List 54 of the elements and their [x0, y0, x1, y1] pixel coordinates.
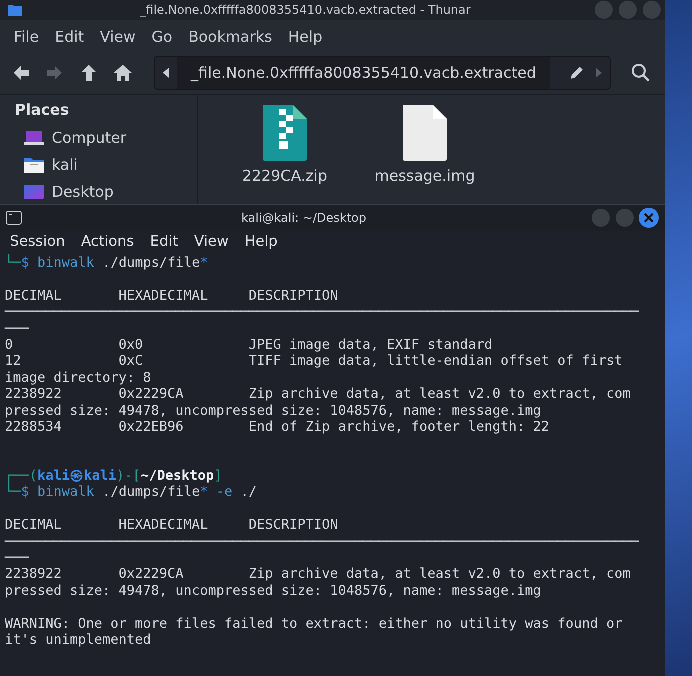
menu-item[interactable]: Edit	[142, 233, 186, 251]
terminal-output-line: DECIMAL HEXADECIMAL DESCRIPTION	[5, 288, 338, 304]
file-name[interactable]: message.img	[374, 167, 476, 185]
shell-prompt-line: ┌──(kali㉿kali)-[~/Desktop]	[5, 468, 222, 484]
terminal-output-line: pressed size: 49478, uncompressed size: 1048576, name: message.img	[5, 582, 542, 599]
menu-item[interactable]: Bookmarks	[180, 26, 280, 48]
sidebar-item[interactable]: Desktop	[15, 181, 197, 203]
terminal-output-line: image directory: 8	[5, 370, 152, 386]
terminal-output-line: 0 0x0 JPEG image data, EXIF standard	[5, 336, 493, 353]
desktop-icon	[23, 184, 45, 200]
menu-item[interactable]: File	[6, 26, 48, 48]
terminal-output-line: ──────────────────────────────────────────────────────────────────────────────	[5, 534, 639, 550]
menu-item[interactable]: Help	[280, 26, 331, 48]
shell-prompt-line: └─$ binwalk ./dumps/file* -e ./	[5, 484, 258, 500]
forward-arrow-icon	[45, 63, 65, 83]
pencil-icon	[570, 66, 584, 80]
menu-item[interactable]: Actions	[73, 233, 142, 251]
laptop-icon	[23, 130, 45, 146]
terminal-output-line: 12 0xC TIFF image data, little-endian offset of first	[5, 353, 623, 370]
sidebar-heading: Places	[15, 101, 70, 119]
terminal-output-line: WARNING: One or more files failed to extract: either no utility was found or	[5, 616, 623, 632]
menu-item[interactable]: Session	[2, 233, 74, 251]
terminal-output-line: ───	[5, 320, 30, 337]
document-icon	[403, 105, 447, 161]
left-triangle-icon	[162, 68, 170, 78]
menu-item[interactable]: Help	[236, 233, 286, 251]
folder-icon	[8, 4, 22, 16]
menu-item[interactable]: Go	[144, 26, 181, 48]
window-title: kali@kali: ~/Desktop	[240, 211, 368, 225]
terminal-output-line: pressed size: 49478, uncompressed size: 1048576, name: message.img	[5, 402, 542, 419]
menu-item[interactable]: View	[186, 233, 237, 251]
terminal-output-line: 2238922 0x2229CA Zip archive data, at least v2.0 to extract, com	[5, 386, 631, 402]
window-title: _file.None.0xfffffa8008355410.vacb.extracted - Thunar	[139, 3, 472, 17]
terminal-icon	[6, 211, 22, 225]
shell-prompt-line: └─$ binwalk ./dumps/file*	[5, 255, 208, 271]
close-button[interactable]	[639, 208, 659, 228]
menu-item[interactable]: Edit	[47, 26, 92, 48]
file-name[interactable]: 2229CA.zip	[242, 167, 328, 185]
sidebar-item[interactable]: kali	[15, 154, 197, 176]
terminal-output-line: 2238922 0x2229CA Zip archive data, at least v2.0 to extract, com	[5, 566, 631, 582]
folder-icon	[23, 156, 45, 174]
terminal-output-line: ──────────────────────────────────────────────────────────────────────────────	[5, 304, 639, 320]
terminal-output-line: it's unimplemented	[5, 632, 152, 648]
search-icon	[631, 63, 651, 83]
sidebar-item[interactable]: Computer	[15, 127, 197, 149]
terminal-output-line: ───	[5, 550, 30, 566]
right-triangle-icon	[595, 68, 603, 78]
home-icon	[113, 63, 133, 83]
location-path-button[interactable]: _file.None.0xfffffa8008355410.vacb.extracted	[177, 57, 550, 89]
menu-item[interactable]: View	[92, 26, 144, 48]
terminal-output-line: 2288534 0x22EB96 End of Zip archive, footer length: 22	[5, 418, 550, 435]
zip-file-icon	[263, 105, 307, 161]
terminal-output-line: DECIMAL HEXADECIMAL DESCRIPTION	[5, 517, 338, 534]
close-icon	[644, 213, 654, 223]
